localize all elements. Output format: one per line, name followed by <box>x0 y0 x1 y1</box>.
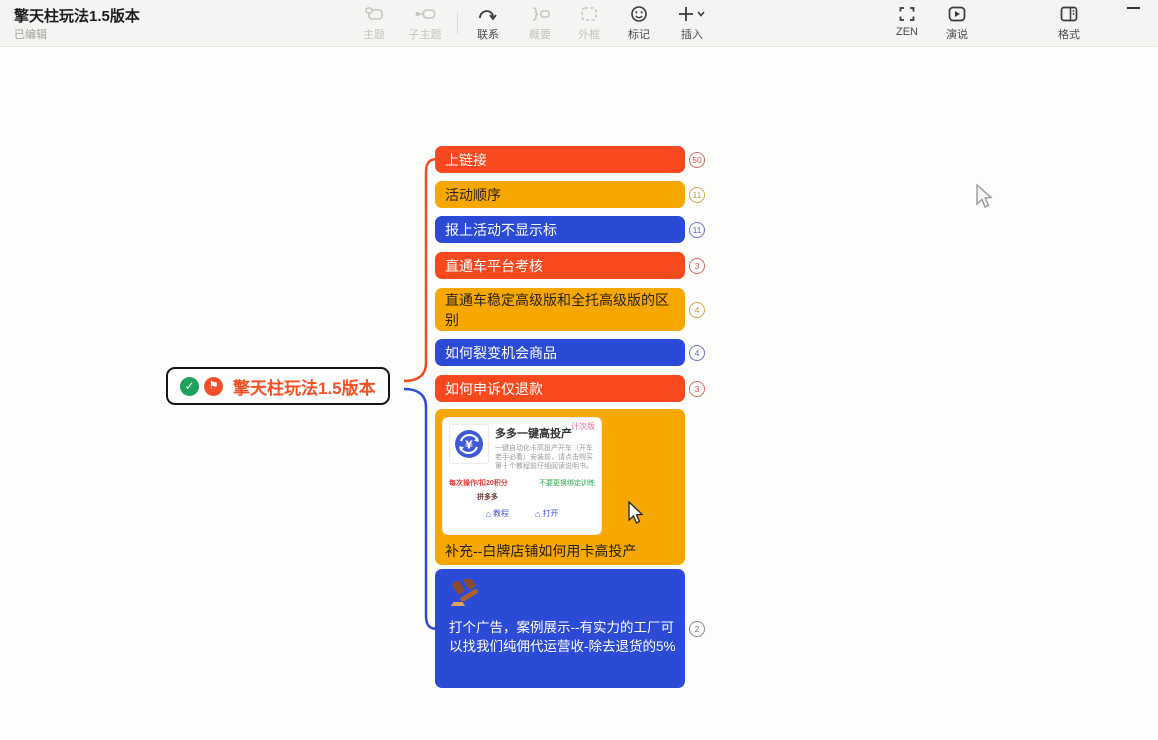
notes-count-badge[interactable]: 11 <box>689 222 705 238</box>
branch-label: 如何裂变机会商品 <box>435 343 567 363</box>
zen-icon <box>898 4 916 24</box>
svg-text:¥: ¥ <box>465 439 473 452</box>
notes-count-badge[interactable]: 3 <box>689 381 705 397</box>
toolbar-divider <box>457 12 458 34</box>
branch-label: 直通车稳定高级版和全托高级版的区别 <box>435 290 685 330</box>
summary-icon <box>530 4 550 24</box>
home-icon: ⌂ <box>486 509 491 519</box>
branch-label: 如何申诉仅退款 <box>435 379 553 399</box>
topic-icon <box>364 4 384 24</box>
presentation-button[interactable]: 演说 <box>946 4 968 42</box>
branch-topic-9[interactable]: 打个广告，案例展示--有实力的工厂可以找我们纯佣代运营收-除去退货的5% 2 <box>435 569 685 688</box>
root-topic-label: 擎天柱玩法1.5版本 <box>233 374 376 399</box>
tool-description: 一键自动化卡高投产开车（开车老手必看）安装前，请点击购买第十个教程前仔细阅读说明… <box>495 444 597 471</box>
format-button[interactable]: 格式 <box>1058 4 1080 42</box>
boundary-button[interactable]: 外框 <box>578 4 600 42</box>
branch-label: 直通车平台考核 <box>435 256 553 276</box>
summary-button[interactable]: 概要 <box>529 4 551 42</box>
document-title: 擎天柱玩法1.5版本 <box>14 5 140 26</box>
edition-tag: 计次版 <box>571 421 595 432</box>
tutorial-link[interactable]: ⌂教程 <box>486 508 509 519</box>
cost-note: 每次操作/扣20积分 <box>449 478 508 488</box>
relationship-button[interactable]: 联系 <box>477 4 499 42</box>
subtopic-icon <box>414 4 436 24</box>
format-icon <box>1060 4 1078 24</box>
check-marker-icon[interactable]: ✓ <box>180 377 199 396</box>
flag-marker-icon[interactable]: ⚑ <box>204 377 223 396</box>
branch-label: 打个广告，案例展示--有实力的工厂可以找我们纯佣代运营收-除去退货的5% <box>449 618 681 656</box>
marker-button[interactable]: 标记 <box>628 4 650 42</box>
save-status: 已编辑 <box>14 26 47 42</box>
connector-bottom <box>404 389 438 629</box>
embedded-tool-card[interactable]: 计次版 ¥ 多多一键高投产 一键自动化卡高投产开车（开车老手必看）安装前，请点击… <box>443 418 601 534</box>
branch-topic-6[interactable]: 如何裂变机会商品 4 <box>435 339 685 366</box>
app-icon: ¥ <box>449 424 489 464</box>
marker-icon <box>630 4 648 24</box>
branch-topic-1[interactable]: 上链接 50 <box>435 146 685 173</box>
notes-count-badge[interactable]: 3 <box>689 258 705 274</box>
branch-topic-8[interactable]: 计次版 ¥ 多多一键高投产 一键自动化卡高投产开车（开车老手必看）安装前，请点击… <box>435 409 685 565</box>
open-link[interactable]: ⌂打开 <box>535 508 558 519</box>
branch-topic-3[interactable]: 报上活动不显示标 11 <box>435 216 685 243</box>
branch-topic-2[interactable]: 活动顺序 11 <box>435 181 685 208</box>
subtopic-button[interactable]: 子主题 <box>409 4 442 42</box>
pointer-cursor-icon <box>974 183 994 211</box>
notes-count-badge[interactable]: 4 <box>689 345 705 361</box>
connector-top <box>404 159 438 381</box>
topic-button[interactable]: 主题 <box>363 4 385 42</box>
branch-topic-7[interactable]: 如何申诉仅退款 3 <box>435 375 685 402</box>
mindmap-canvas[interactable]: ✓ ⚑ 擎天柱玩法1.5版本 上链接 50 活动顺序 11 报上活动不显示标 1… <box>0 48 1158 740</box>
boundary-icon <box>580 4 598 24</box>
zen-button[interactable]: ZEN <box>896 4 918 38</box>
home-icon: ⌂ <box>535 509 540 519</box>
branch-label: 补充--白牌店铺如何用卡高投产 <box>445 541 636 561</box>
notes-count-badge[interactable]: 2 <box>689 621 705 637</box>
branch-label: 活动顺序 <box>435 185 511 205</box>
root-topic[interactable]: ✓ ⚑ 擎天柱玩法1.5版本 <box>166 367 390 405</box>
minimize-icon[interactable] <box>1127 7 1140 9</box>
insert-button[interactable]: 插入 <box>677 4 707 42</box>
branch-topic-5[interactable]: 直通车稳定高级版和全托高级版的区别 4 <box>435 288 685 331</box>
branch-topic-4[interactable]: 直通车平台考核 3 <box>435 252 685 279</box>
insert-icon <box>677 4 707 24</box>
gavel-icon <box>449 579 483 609</box>
platform-label: 拼多多 <box>477 492 595 502</box>
notes-count-badge[interactable]: 4 <box>689 302 705 318</box>
warning-note: 不要更换绑定训练 <box>539 478 595 488</box>
notes-count-badge[interactable]: 11 <box>689 187 705 203</box>
toolbar: 擎天柱玩法1.5版本 已编辑 主题 子主题 联系 概要 外框 <box>0 0 1158 47</box>
notes-count-badge[interactable]: 50 <box>689 152 705 168</box>
presentation-icon <box>948 4 966 24</box>
relationship-icon <box>478 4 498 24</box>
branch-label: 上链接 <box>435 150 497 170</box>
mouse-cursor-icon <box>627 501 645 525</box>
branch-label: 报上活动不显示标 <box>435 220 567 240</box>
